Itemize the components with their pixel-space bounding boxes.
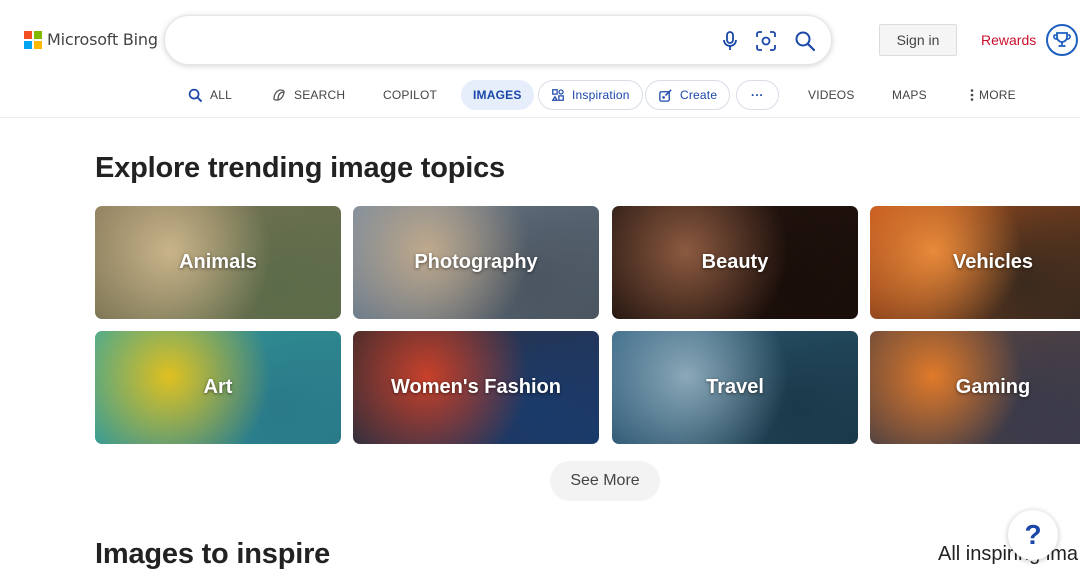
tile-label: Photography (414, 251, 538, 273)
topic-tile-beauty[interactable]: Beauty (612, 206, 858, 319)
tile-label: Travel (706, 376, 764, 398)
tile-label: Vehicles (952, 251, 1034, 273)
help-icon[interactable]: ? (1008, 510, 1058, 560)
tab-inspiration-label: Inspiration (572, 88, 630, 102)
search-icon[interactable] (793, 29, 817, 53)
create-icon (659, 88, 672, 102)
tab-more[interactable]: MORE (969, 80, 1016, 110)
more-options-label: ··· (751, 88, 764, 102)
tab-inspiration[interactable]: Inspiration (538, 80, 643, 110)
visual-search-icon[interactable] (754, 29, 778, 53)
microphone-icon[interactable] (718, 29, 742, 53)
bing-logo[interactable]: Microsoft Bing (24, 30, 158, 49)
topic-tile-photography[interactable]: Photography (353, 206, 599, 319)
topic-tile-vehicles[interactable]: Vehicles (870, 206, 1080, 319)
more-options-button[interactable]: ··· (736, 80, 779, 110)
tab-all-label: ALL (210, 88, 232, 102)
tab-videos[interactable]: VIDEOS (808, 80, 855, 110)
tab-copilot[interactable]: COPILOT (383, 80, 437, 110)
all-inspiring-images-link[interactable]: All inspiring ima (938, 543, 1078, 566)
inspiration-icon (551, 89, 564, 101)
search-input[interactable] (185, 28, 705, 54)
tile-label: Animals (179, 251, 257, 273)
tile-label: Gaming (955, 376, 1031, 398)
tab-create[interactable]: Create (645, 80, 731, 110)
copilot-search-icon (273, 89, 285, 101)
trending-title: Explore trending image topics (95, 152, 505, 184)
topic-tile-art[interactable]: Art (95, 331, 341, 444)
tab-images-label: IMAGES (473, 88, 522, 102)
tab-copilot-label: COPILOT (383, 88, 438, 102)
rewards-link[interactable]: Rewards (981, 32, 1036, 48)
topic-tile-travel[interactable]: Travel (612, 331, 858, 444)
rewards-trophy-icon[interactable] (1046, 24, 1078, 56)
topic-tile-womens-fashion[interactable]: Women's Fashion (353, 331, 599, 444)
logo-text: Microsoft Bing (47, 30, 158, 49)
tile-label: Beauty (701, 251, 769, 273)
search-icon (188, 88, 203, 102)
tab-search-label: SEARCH (294, 88, 346, 102)
tab-more-label: MORE (979, 88, 1016, 102)
tab-maps[interactable]: MAPS (892, 80, 927, 110)
tab-search[interactable]: SEARCH (271, 80, 345, 110)
microsoft-logo-icon (24, 30, 42, 49)
vertical-nav: ALL SEARCH COPILOT IMAGES Inspiration Cr… (0, 80, 1080, 110)
tile-label: Women's Fashion (391, 376, 561, 398)
inspire-title: Images to inspire (95, 538, 331, 570)
topic-tile-gaming[interactable]: Gaming (870, 331, 1080, 444)
topic-tile-animals[interactable]: Animals (95, 206, 341, 319)
tab-images[interactable]: IMAGES (461, 80, 534, 110)
tile-label: Art (203, 376, 233, 398)
sign-in-button[interactable]: Sign in (879, 24, 957, 56)
search-box[interactable] (164, 15, 832, 65)
tab-maps-label: MAPS (892, 88, 927, 102)
header: Microsoft Bing Sign in Rewards ALL SEARC… (0, 0, 1080, 118)
tab-all[interactable]: ALL (188, 80, 232, 110)
kebab-icon (970, 89, 974, 101)
tab-create-label: Create (680, 88, 718, 102)
see-more-button[interactable]: See More (550, 461, 660, 501)
tab-videos-label: VIDEOS (808, 88, 855, 102)
